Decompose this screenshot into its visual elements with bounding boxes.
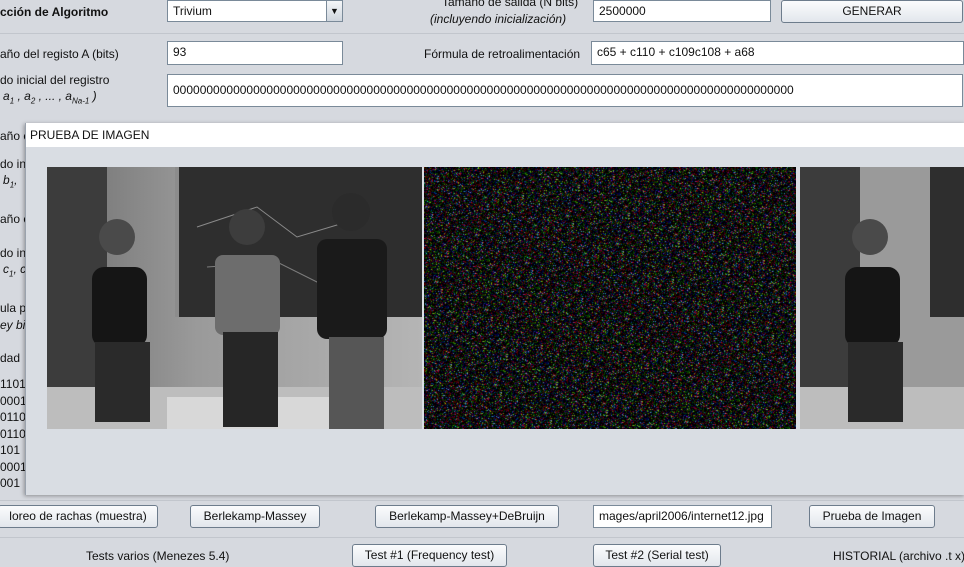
image-test-dialog: PRUEBA DE IMAGEN: [25, 123, 964, 495]
noise-canvas: [424, 167, 796, 429]
output-size-input[interactable]: 2500000: [593, 0, 771, 22]
output-size-label: Tamaño de salida (N bits): [442, 0, 579, 9]
chevron-down-icon[interactable]: ▼: [326, 1, 342, 21]
berlekamp-debruijn-button[interactable]: Berlekamp-Massey+DeBruijn: [375, 505, 559, 528]
berlekamp-massey-button[interactable]: Berlekamp-Massey: [190, 505, 320, 528]
original-image: [47, 167, 422, 429]
reg-a-size-label: año del registo A (bits): [0, 47, 119, 61]
feedback-input[interactable]: c65 + c110 + c109c108 + a68: [591, 41, 964, 65]
output-formula-label: ula p: [0, 301, 27, 315]
encrypted-noise-image: [424, 167, 796, 429]
runs-test-button[interactable]: loreo de rachas (muestra): [0, 505, 158, 528]
algorithm-select[interactable]: Trivium ▼: [167, 0, 343, 22]
reg-b-sequence: b1,: [3, 173, 18, 190]
bit-row: 0001: [0, 459, 27, 474]
bit-output-list: 1101 0001 0110 0110 101 0001 001: [0, 376, 27, 492]
test2-button[interactable]: Test #2 (Serial test): [593, 544, 721, 567]
image-test-button[interactable]: Prueba de Imagen: [809, 505, 935, 528]
decrypted-image: [800, 167, 964, 429]
output-formula-sublabel: ey bi: [0, 318, 26, 332]
algorithm-label: cción de Algoritmo: [0, 5, 109, 19]
bit-row: 1101: [0, 377, 26, 391]
test1-button[interactable]: Test #1 (Frequency test): [352, 544, 507, 567]
history-label: HISTORIAL (archivo .t x): [833, 549, 964, 563]
tests-label: Tests varios (Menezes 5.4): [86, 549, 230, 563]
separator: [0, 500, 964, 501]
image-path-input[interactable]: mages/april2006/internet12.jpg: [593, 505, 772, 528]
feedback-label: Fórmula de retroalimentación: [424, 47, 581, 61]
initial-state-sequence: a1 , a2 , ... , aNa-1 ): [3, 89, 97, 106]
separator: [0, 33, 964, 34]
decrypted-photo: [800, 167, 964, 429]
original-photo: [47, 167, 422, 429]
reg-a-size-input[interactable]: 93: [167, 41, 343, 65]
initial-state-label: do inicial del registro: [0, 73, 110, 87]
bit-row: 0110: [0, 410, 26, 424]
initial-state-input[interactable]: 0000000000000000000000000000000000000000…: [167, 74, 963, 107]
bit-row: 0001: [0, 393, 27, 408]
separator: [0, 537, 964, 538]
output-label: dad: [0, 351, 21, 365]
algorithm-select-value: Trivium: [173, 4, 212, 18]
generate-button[interactable]: GENERAR: [781, 0, 963, 23]
output-size-sublabel: (incluyendo inicialización): [430, 12, 567, 26]
reg-c-sequence: c1, c: [3, 262, 27, 279]
bit-row: 001: [0, 476, 21, 490]
bit-row: 0110: [0, 426, 26, 441]
bit-row: 101: [0, 443, 21, 457]
dialog-title: PRUEBA DE IMAGEN: [26, 123, 964, 147]
